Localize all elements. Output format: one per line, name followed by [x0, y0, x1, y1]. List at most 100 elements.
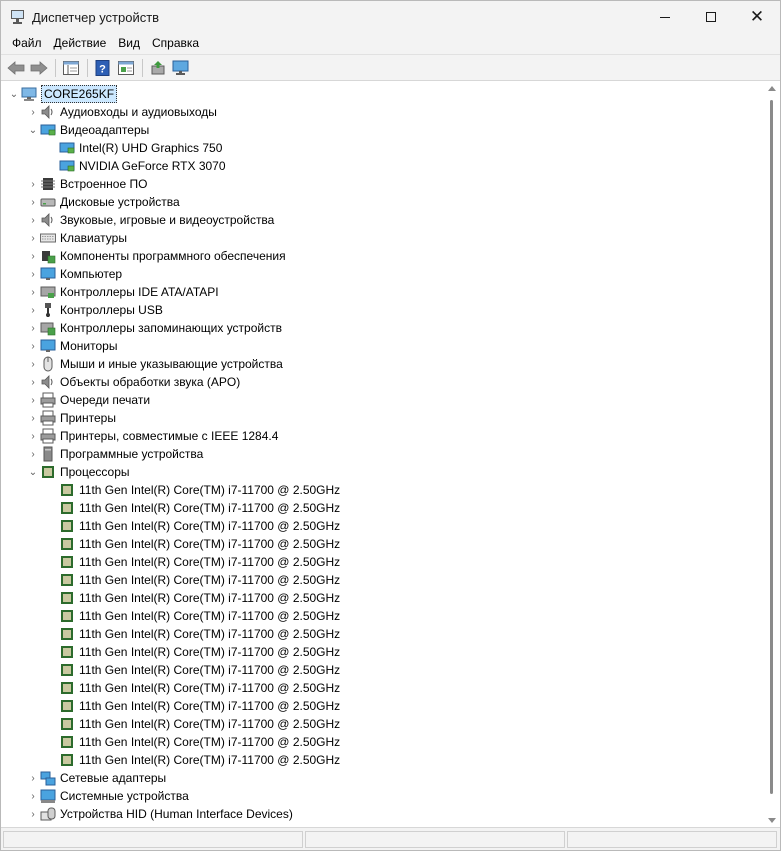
cpu-icon	[61, 646, 73, 658]
tree-device[interactable]: 11th Gen Intel(R) Core(TM) i7-11700 @ 2.…	[45, 517, 340, 535]
tree-category[interactable]: › Контроллеры USB	[26, 301, 163, 319]
back-button[interactable]	[5, 57, 27, 79]
tree-device[interactable]: 11th Gen Intel(R) Core(TM) i7-11700 @ 2.…	[45, 607, 340, 625]
tree-device[interactable]: 11th Gen Intel(R) Core(TM) i7-11700 @ 2.…	[45, 553, 340, 571]
display-icon	[59, 142, 75, 154]
close-button[interactable]: ✕	[734, 1, 780, 33]
scan-hardware-button[interactable]	[170, 57, 192, 79]
node-label: Видеоадаптеры	[60, 123, 150, 137]
tree-category[interactable]: › Дисковые устройства	[26, 193, 179, 211]
minimize-button[interactable]	[642, 1, 688, 33]
maximize-button[interactable]	[688, 1, 734, 33]
chevron-right-icon[interactable]: ›	[26, 391, 40, 409]
tree-device[interactable]: Intel(R) UHD Graphics 750	[45, 139, 222, 157]
tree-category[interactable]: › Сетевые адаптеры	[26, 769, 166, 787]
tree-category[interactable]: › Встроенное ПО	[26, 175, 147, 193]
tree-device[interactable]: 11th Gen Intel(R) Core(TM) i7-11700 @ 2.…	[45, 661, 340, 679]
menu-file[interactable]: Файл	[6, 33, 48, 54]
tree-device[interactable]: 11th Gen Intel(R) Core(TM) i7-11700 @ 2.…	[45, 571, 340, 589]
tree-device[interactable]: 11th Gen Intel(R) Core(TM) i7-11700 @ 2.…	[45, 751, 340, 769]
tree-device[interactable]: 11th Gen Intel(R) Core(TM) i7-11700 @ 2.…	[45, 697, 340, 715]
scroll-down-icon[interactable]	[768, 818, 776, 823]
minimize-icon	[660, 16, 670, 18]
chevron-right-icon[interactable]: ›	[26, 445, 40, 463]
vertical-scrollbar[interactable]	[765, 84, 779, 825]
chevron-right-icon[interactable]: ›	[26, 283, 40, 301]
menu-view[interactable]: Вид	[112, 33, 146, 54]
tree-category[interactable]: › Мониторы	[26, 337, 117, 355]
chevron-right-icon[interactable]: ›	[26, 247, 40, 265]
scrollbar-thumb[interactable]	[770, 100, 773, 794]
cpu-icon	[61, 592, 73, 604]
chevron-right-icon[interactable]: ›	[26, 229, 40, 247]
tree-device[interactable]: NVIDIA GeForce RTX 3070	[45, 157, 226, 175]
scroll-up-icon[interactable]	[768, 86, 776, 91]
storage-icon	[40, 322, 56, 336]
tree-category[interactable]: › Звуковые, игровые и видеоустройства	[26, 211, 274, 229]
chevron-right-icon[interactable]: ›	[26, 301, 40, 319]
update-driver-button[interactable]	[147, 57, 169, 79]
tree-device[interactable]: 11th Gen Intel(R) Core(TM) i7-11700 @ 2.…	[45, 535, 340, 553]
tree-category[interactable]: › Устройства HID (Human Interface Devices…	[26, 805, 293, 823]
tree-category[interactable]: › Компьютер	[26, 265, 122, 283]
help-icon: ?	[95, 59, 110, 76]
chevron-right-icon[interactable]: ›	[26, 805, 40, 823]
chevron-right-icon[interactable]: ›	[26, 427, 40, 445]
chevron-right-icon[interactable]: ›	[26, 769, 40, 787]
tree-device[interactable]: 11th Gen Intel(R) Core(TM) i7-11700 @ 2.…	[45, 499, 340, 517]
tree-device[interactable]: 11th Gen Intel(R) Core(TM) i7-11700 @ 2.…	[45, 679, 340, 697]
chevron-down-icon[interactable]: ⌄	[7, 85, 21, 103]
node-label: Контроллеры IDE ATA/ATAPI	[60, 285, 219, 299]
chevron-down-icon[interactable]: ⌄	[26, 463, 40, 481]
chevron-right-icon[interactable]: ›	[26, 373, 40, 391]
tree-device[interactable]: 11th Gen Intel(R) Core(TM) i7-11700 @ 2.…	[45, 481, 340, 499]
chevron-right-icon[interactable]: ›	[26, 319, 40, 337]
title-bar[interactable]: Диспетчер устройств ✕	[1, 1, 780, 33]
node-label: NVIDIA GeForce RTX 3070	[79, 159, 226, 173]
forward-button[interactable]	[28, 57, 50, 79]
tree-device[interactable]: 11th Gen Intel(R) Core(TM) i7-11700 @ 2.…	[45, 625, 340, 643]
system-icon	[40, 789, 56, 803]
chevron-right-icon[interactable]: ›	[26, 787, 40, 805]
tree-device[interactable]: 11th Gen Intel(R) Core(TM) i7-11700 @ 2.…	[45, 733, 340, 751]
tree-category[interactable]: › Контроллеры запоминающих устройств	[26, 319, 282, 337]
node-label: Клавиатуры	[60, 231, 127, 245]
tree-category[interactable]: › Контроллеры IDE ATA/ATAPI	[26, 283, 219, 301]
tree-category[interactable]: › Аудиовходы и аудиовыходы	[26, 103, 217, 121]
tree-category[interactable]: ⌄ Видеоадаптеры	[26, 121, 149, 139]
tree-category[interactable]: › Объекты обработки звука (APO)	[26, 373, 240, 391]
chevron-right-icon[interactable]: ›	[26, 355, 40, 373]
tree-category[interactable]: ⌄ Процессоры	[26, 463, 130, 481]
tree-category[interactable]: › Мыши и иные указывающие устройства	[26, 355, 283, 373]
menu-help[interactable]: Справка	[146, 33, 205, 54]
help-button[interactable]: ?	[92, 57, 114, 79]
tree-category[interactable]: › Клавиатуры	[26, 229, 127, 247]
chevron-down-icon[interactable]: ⌄	[26, 121, 40, 139]
node-label: Объекты обработки звука (APO)	[60, 375, 241, 389]
tree-device[interactable]: 11th Gen Intel(R) Core(TM) i7-11700 @ 2.…	[45, 715, 340, 733]
node-label: CORE265KF	[41, 85, 118, 103]
tree-category[interactable]: › Системные устройства	[26, 787, 189, 805]
tree-category[interactable]: › Программные устройства	[26, 445, 203, 463]
chevron-right-icon[interactable]: ›	[26, 193, 40, 211]
node-label: 11th Gen Intel(R) Core(TM) i7-11700 @ 2.…	[79, 501, 341, 515]
tree-root-computer[interactable]: ⌄ CORE265KF	[7, 85, 118, 103]
show-hide-tree-button[interactable]	[60, 57, 82, 79]
tree-category[interactable]: › Очереди печати	[26, 391, 150, 409]
chevron-right-icon[interactable]: ›	[26, 175, 40, 193]
tree-category[interactable]: › Принтеры	[26, 409, 116, 427]
menu-action[interactable]: Действие	[48, 33, 113, 54]
tree-category[interactable]: › Компоненты программного обеспечения	[26, 247, 286, 265]
chevron-right-icon[interactable]: ›	[26, 103, 40, 121]
tree-device[interactable]: 11th Gen Intel(R) Core(TM) i7-11700 @ 2.…	[45, 589, 340, 607]
properties-button[interactable]	[115, 57, 137, 79]
tree-device[interactable]: 11th Gen Intel(R) Core(TM) i7-11700 @ 2.…	[45, 643, 340, 661]
chevron-right-icon[interactable]: ›	[26, 337, 40, 355]
chevron-right-icon[interactable]: ›	[26, 265, 40, 283]
tree-category[interactable]: › Принтеры, совместимые с IEEE 1284.4	[26, 427, 278, 445]
node-label: Мониторы	[60, 339, 118, 353]
maximize-icon	[706, 12, 716, 22]
chevron-right-icon[interactable]: ›	[26, 409, 40, 427]
node-label: Intel(R) UHD Graphics 750	[79, 141, 223, 155]
chevron-right-icon[interactable]: ›	[26, 211, 40, 229]
